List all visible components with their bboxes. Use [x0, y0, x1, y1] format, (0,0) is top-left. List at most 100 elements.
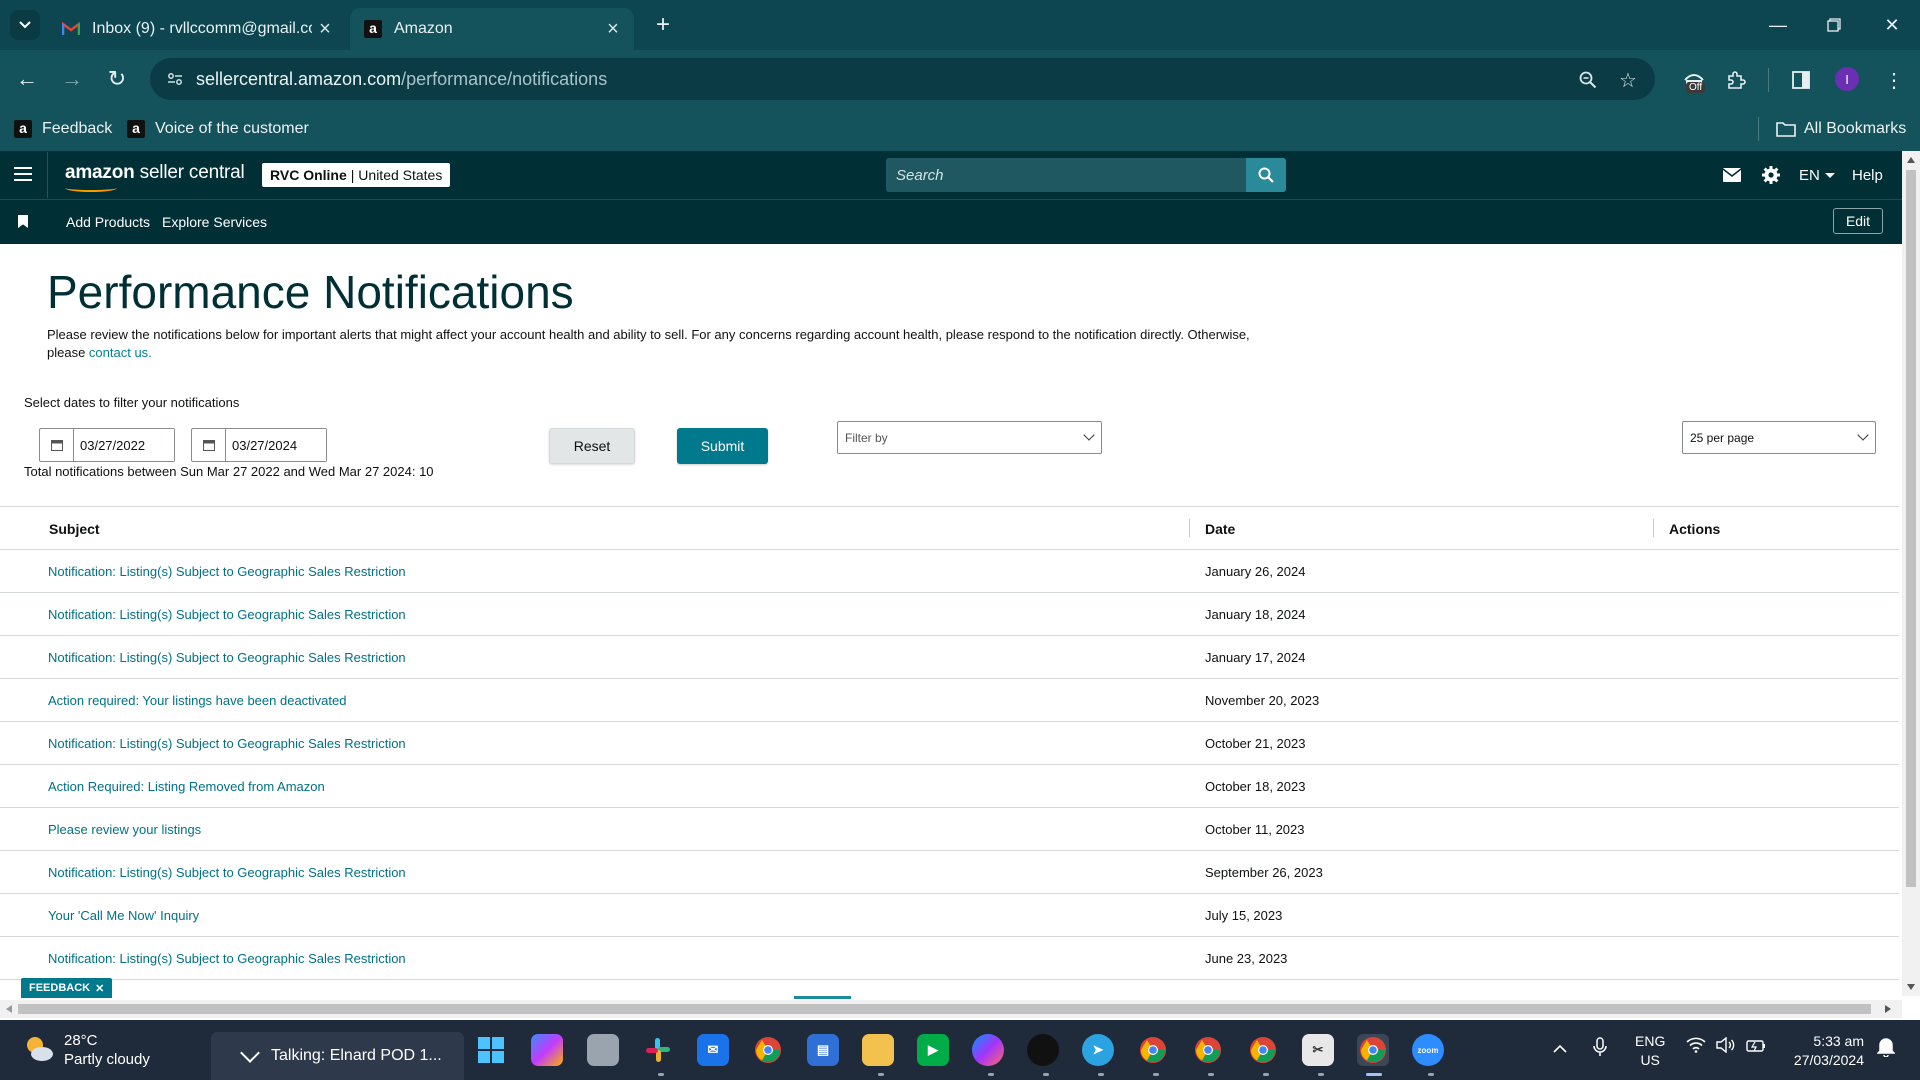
task-view-icon[interactable] — [587, 1034, 619, 1066]
bookmark-voice-of-customer[interactable]: a Voice of the customer — [127, 116, 309, 142]
forward-icon[interactable]: → — [57, 64, 87, 94]
notification-link[interactable]: Action Required: Listing Removed from Am… — [48, 779, 325, 794]
notification-link[interactable]: Notification: Listing(s) Subject to Geog… — [48, 951, 406, 966]
close-icon[interactable]: ✕ — [95, 982, 104, 995]
calendar-icon[interactable] — [192, 429, 226, 461]
scroll-right-icon[interactable] — [1885, 1005, 1891, 1013]
reload-icon[interactable]: ↻ — [102, 64, 132, 94]
tab-search-button[interactable] — [10, 10, 40, 40]
profile-avatar[interactable]: I — [1835, 67, 1859, 91]
weather-widget[interactable]: 28°C Partly cloudy — [64, 1031, 150, 1069]
account-switcher[interactable]: RVC Online | United States — [262, 163, 451, 187]
date-to-input[interactable] — [226, 429, 326, 461]
notification-link[interactable]: Notification: Listing(s) Subject to Geog… — [48, 650, 406, 665]
scrollbar-thumb[interactable] — [1906, 170, 1916, 887]
chrome-profile-icon[interactable] — [1247, 1034, 1279, 1066]
horizontal-scrollbar[interactable] — [0, 1000, 1902, 1018]
language-selector[interactable]: EN — [1799, 163, 1835, 187]
column-subject[interactable]: Subject — [49, 521, 100, 537]
notification-link[interactable]: Notification: Listing(s) Subject to Geog… — [48, 564, 406, 579]
scroll-left-icon[interactable] — [6, 1005, 12, 1013]
bookmark-star-icon[interactable]: ☆ — [1614, 66, 1642, 94]
new-tab-icon[interactable]: + — [650, 12, 676, 38]
side-panel-icon[interactable] — [1785, 64, 1817, 96]
slack-icon[interactable] — [642, 1034, 674, 1066]
zoom-app-icon[interactable]: zoom — [1412, 1034, 1444, 1066]
extensions-puzzle-icon[interactable] — [1720, 64, 1752, 96]
notification-link[interactable]: Notification: Listing(s) Subject to Geog… — [48, 865, 406, 880]
input-language[interactable]: ENG US — [1635, 1032, 1665, 1070]
url-text[interactable]: sellercentral.amazon.com/performance/not… — [196, 69, 607, 90]
close-tab-icon[interactable]: × — [312, 18, 338, 41]
mail-app-icon[interactable]: ✉ — [697, 1034, 729, 1066]
column-date[interactable]: Date — [1205, 521, 1235, 537]
edit-nav-button[interactable]: Edit — [1833, 208, 1883, 234]
search-input[interactable] — [886, 158, 1246, 192]
notification-link[interactable]: Notification: Listing(s) Subject to Geog… — [48, 607, 406, 622]
table-row: Please review your listings October 11, 2… — [0, 808, 1899, 851]
help-link[interactable]: Help — [1852, 163, 1883, 187]
vertical-scrollbar[interactable] — [1902, 151, 1920, 996]
notification-link[interactable]: Notification: Listing(s) Subject to Geog… — [48, 736, 406, 751]
zoom-icon[interactable] — [1574, 66, 1602, 94]
notification-link[interactable]: Please review your listings — [48, 822, 201, 837]
settings-gear-icon[interactable] — [1761, 163, 1781, 187]
notepad-icon[interactable]: ▤ — [807, 1034, 839, 1066]
scrollbar-thumb[interactable] — [18, 1004, 1871, 1014]
seller-central-logo[interactable]: amazon seller central — [65, 162, 245, 192]
mail-icon[interactable] — [1723, 163, 1741, 187]
chatgpt-icon[interactable] — [1027, 1034, 1059, 1066]
telegram-icon[interactable]: ➤ — [1082, 1034, 1114, 1066]
volume-icon[interactable] — [1716, 1036, 1736, 1058]
feedback-tab[interactable]: FEEDBACK ✕ — [21, 978, 113, 998]
notification-date: July 15, 2023 — [1205, 908, 1283, 923]
nav-explore-services[interactable]: Explore Services — [162, 214, 267, 230]
chrome-profile-icon[interactable] — [1137, 1034, 1169, 1066]
system-clock[interactable]: 5:33 am 27/03/2024 — [1784, 1032, 1864, 1070]
microphone-icon[interactable] — [1593, 1037, 1607, 1062]
weather-partly-cloudy-icon[interactable] — [22, 1032, 56, 1066]
windows-start-icon[interactable] — [475, 1034, 507, 1066]
browser-menu-icon[interactable]: ⋮ — [1878, 64, 1910, 96]
messenger-icon[interactable] — [972, 1034, 1004, 1066]
date-from-input[interactable] — [74, 429, 174, 461]
tab-gmail[interactable]: Inbox (9) - rvllccomm@gmail.com - Gmail … — [48, 8, 346, 50]
search-button[interactable] — [1246, 158, 1286, 192]
back-icon[interactable]: ← — [12, 64, 42, 94]
calendar-icon[interactable] — [40, 429, 74, 461]
chrome-profile-icon[interactable] — [1192, 1034, 1224, 1066]
tab-amazon[interactable]: a Amazon × — [350, 8, 634, 50]
call-indicator[interactable]: Talking: Elnard POD 1... — [211, 1032, 464, 1080]
notification-bell-icon[interactable] — [1876, 1037, 1896, 1062]
chrome-active-icon[interactable] — [1357, 1034, 1389, 1066]
site-info-icon[interactable] — [164, 68, 186, 90]
notification-link[interactable]: Action required: Your listings have been… — [48, 693, 346, 708]
table-row: Notification: Listing(s) Subject to Geog… — [0, 550, 1899, 593]
bookmark-feedback[interactable]: a Feedback — [14, 116, 112, 142]
chevron-down-icon — [1083, 429, 1095, 441]
google-meet-icon[interactable]: ▶ — [917, 1034, 949, 1066]
filter-by-select[interactable]: Filter by — [837, 421, 1102, 454]
reset-button[interactable]: Reset — [549, 428, 635, 464]
minimize-icon[interactable]: — — [1750, 0, 1806, 50]
close-tab-icon[interactable]: × — [600, 18, 626, 41]
snipping-tool-icon[interactable]: ✂ — [1302, 1034, 1334, 1066]
chrome-icon[interactable] — [752, 1034, 784, 1066]
submit-button[interactable]: Submit — [677, 428, 768, 464]
wifi-icon[interactable] — [1686, 1037, 1706, 1058]
contact-us-link[interactable]: contact us. — [89, 345, 152, 360]
per-page-select[interactable]: 25 per page — [1682, 421, 1876, 454]
scroll-down-icon[interactable] — [1907, 984, 1915, 990]
show-hidden-icons[interactable] — [1553, 1037, 1567, 1058]
notification-link[interactable]: Your 'Call Me Now' Inquiry — [48, 908, 199, 923]
date-to-picker — [191, 428, 327, 462]
restore-icon[interactable] — [1806, 0, 1862, 50]
battery-icon[interactable] — [1746, 1037, 1766, 1058]
file-explorer-icon[interactable] — [862, 1034, 894, 1066]
copilot-icon[interactable] — [531, 1034, 563, 1066]
menu-icon[interactable] — [14, 165, 34, 185]
close-window-icon[interactable]: ✕ — [1864, 0, 1920, 50]
nav-add-products[interactable]: Add Products — [66, 214, 150, 230]
all-bookmarks[interactable]: All Bookmarks — [1776, 116, 1906, 142]
scroll-up-icon[interactable] — [1907, 157, 1915, 163]
